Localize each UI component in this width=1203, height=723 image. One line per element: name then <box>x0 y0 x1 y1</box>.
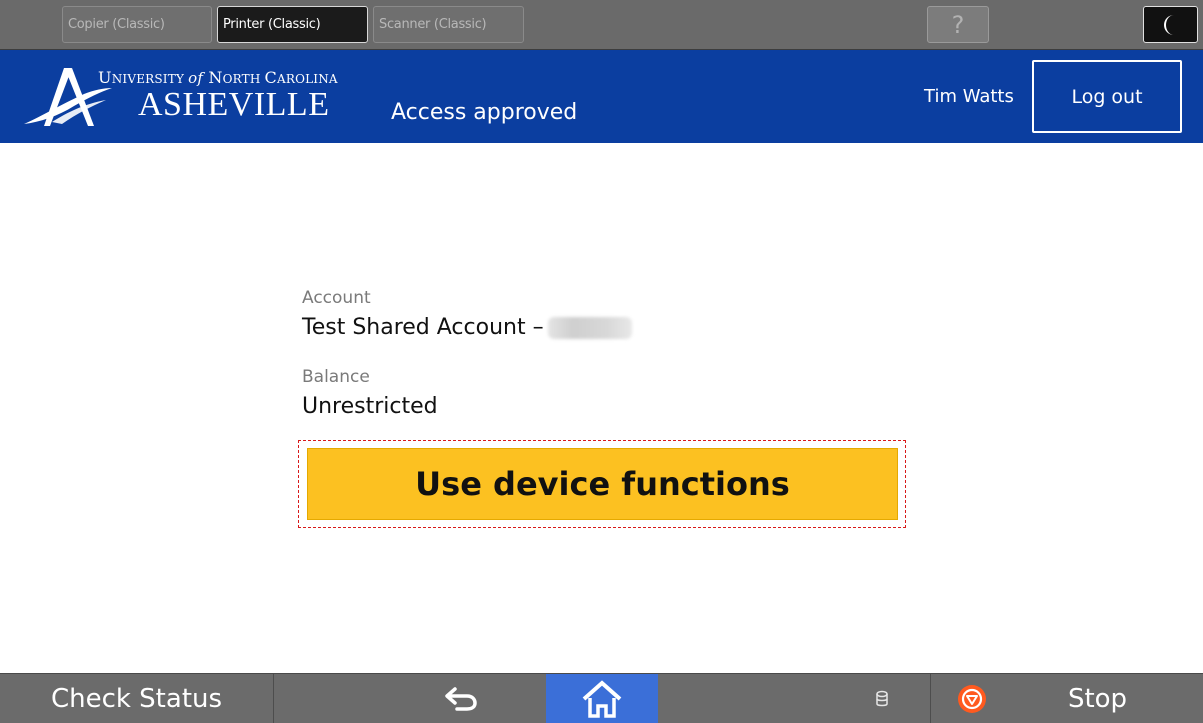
use-device-functions-button[interactable]: Use device functions <box>307 448 898 520</box>
redacted-account-id <box>547 317 632 339</box>
tab-printer[interactable]: Printer (Classic) <box>217 6 368 43</box>
back-button[interactable] <box>430 674 492 723</box>
account-label: Account <box>302 288 371 308</box>
use-device-functions-label: Use device functions <box>415 465 790 503</box>
help-icon: ? <box>951 10 965 39</box>
bottom-separator <box>930 674 931 723</box>
tab-scanner-label: Scanner (Classic) <box>379 17 487 32</box>
access-status: Access approved <box>391 100 578 125</box>
user-name: Tim Watts <box>924 86 1014 107</box>
check-status-label: Check Status <box>50 684 223 714</box>
main-content: Account Test Shared Account – Balance Un… <box>0 143 1203 673</box>
data-indicator-icon <box>876 690 888 707</box>
moon-icon <box>1163 14 1174 35</box>
tab-copier-label: Copier (Classic) <box>68 17 165 32</box>
stop-label-button[interactable]: Stop <box>1050 674 1145 723</box>
account-name: Test Shared Account – <box>302 315 544 340</box>
app-header: UNIVERSITY of NORTH CAROLINA ASHEVILLE A… <box>0 50 1203 143</box>
balance-value: Unrestricted <box>302 394 438 419</box>
data-indicator <box>870 674 894 723</box>
balance-label: Balance <box>302 367 370 387</box>
back-arrow-icon <box>445 687 477 711</box>
logo-university-line: UNIVERSITY of NORTH CAROLINA <box>98 68 338 87</box>
energy-saver-button[interactable] <box>1143 6 1198 43</box>
check-status-button[interactable]: Check Status <box>0 674 274 723</box>
bottom-bar: Check Status Stop <box>0 673 1203 723</box>
stop-button[interactable] <box>952 674 992 723</box>
account-value: Test Shared Account – <box>302 315 632 340</box>
tab-copier[interactable]: Copier (Classic) <box>62 6 212 43</box>
logout-label: Log out <box>1071 85 1143 108</box>
tab-printer-label: Printer (Classic) <box>223 17 321 32</box>
stop-icon <box>958 685 986 713</box>
tab-scanner[interactable]: Scanner (Classic) <box>373 6 524 43</box>
logout-button[interactable]: Log out <box>1032 60 1182 133</box>
home-button[interactable] <box>546 674 658 723</box>
mode-bar: Copier (Classic) Printer (Classic) Scann… <box>0 0 1203 50</box>
home-icon <box>582 680 622 718</box>
stop-label: Stop <box>1067 684 1128 714</box>
logo-asheville-line: ASHEVILLE <box>138 86 330 123</box>
help-button[interactable]: ? <box>927 6 989 43</box>
